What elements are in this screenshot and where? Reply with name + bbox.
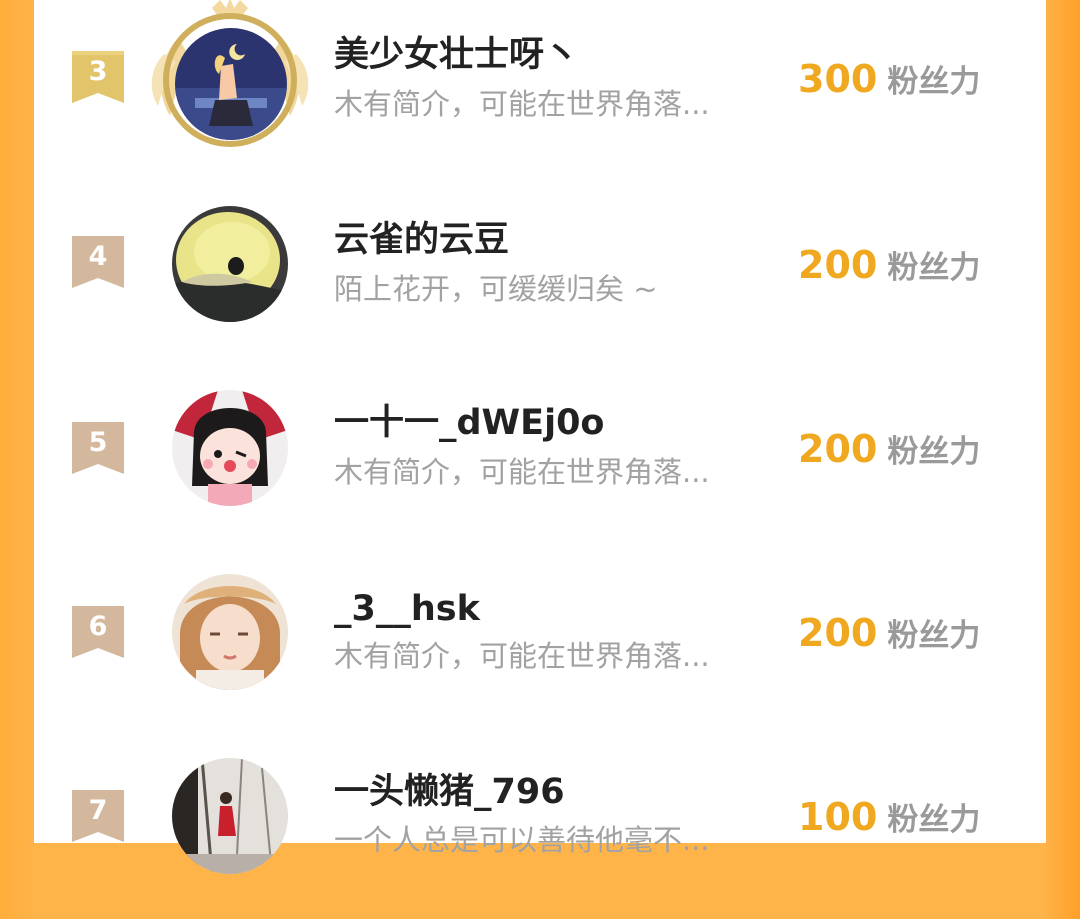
score-unit: 粉丝力 bbox=[887, 250, 981, 286]
score-value: 300 bbox=[798, 57, 878, 101]
fan-score: 200 粉丝力 bbox=[798, 241, 980, 297]
fan-score: 200 粉丝力 bbox=[798, 425, 980, 481]
ranking-row[interactable]: 3 美少女壮士呀丶 木有简介，可能在世界角落... 300 粉丝力 bbox=[34, 0, 1046, 183]
user-name[interactable]: _3__hsk bbox=[334, 587, 480, 631]
fan-score: 100 粉丝力 bbox=[798, 793, 980, 849]
rank-badge: 7 bbox=[72, 790, 124, 842]
fan-score: 300 粉丝力 bbox=[798, 55, 980, 111]
score-unit: 粉丝力 bbox=[887, 802, 981, 838]
score-value: 200 bbox=[798, 243, 878, 287]
rank-number: 5 bbox=[88, 427, 108, 458]
ranking-row[interactable]: 5 一十一_dWEj0o 木有简介，可能在世界角落... 200 粉丝力 bbox=[34, 367, 1046, 551]
user-name[interactable]: 一头懒猪_796 bbox=[334, 770, 565, 814]
user-bio: 陌上花开，可缓缓归矣 ~ bbox=[334, 272, 658, 306]
score-value: 200 bbox=[798, 611, 878, 655]
avatar bbox=[172, 574, 288, 690]
avatar bbox=[172, 758, 288, 874]
score-unit: 粉丝力 bbox=[887, 618, 981, 654]
user-bio: 一个人总是可以善待他毫不... bbox=[334, 823, 710, 857]
avatar-container[interactable] bbox=[172, 206, 288, 322]
rank-badge: 5 bbox=[72, 422, 124, 474]
rank-badge: 6 bbox=[72, 606, 124, 658]
user-name[interactable]: 一十一_dWEj0o bbox=[334, 401, 604, 445]
fan-score: 200 粉丝力 bbox=[798, 609, 980, 665]
ranking-row[interactable]: 4 云雀的云豆 陌上花开，可缓缓归矣 ~ 200 粉丝力 bbox=[34, 183, 1046, 367]
avatar bbox=[175, 28, 287, 140]
score-value: 200 bbox=[798, 427, 878, 471]
user-name[interactable]: 云雀的云豆 bbox=[334, 218, 509, 262]
user-name[interactable]: 美少女壮士呀丶 bbox=[334, 33, 579, 77]
avatar bbox=[172, 206, 288, 322]
avatar-container[interactable] bbox=[172, 758, 288, 874]
ranking-list: 3 美少女壮士呀丶 木有简介，可能在世界角落... 300 粉丝力 4 云雀的云… bbox=[34, 0, 1046, 874]
avatar bbox=[172, 390, 288, 506]
avatar-container[interactable] bbox=[172, 574, 288, 690]
user-bio: 木有简介，可能在世界角落... bbox=[334, 639, 710, 673]
score-unit: 粉丝力 bbox=[887, 434, 981, 470]
avatar-container[interactable] bbox=[172, 390, 288, 506]
user-bio: 木有简介，可能在世界角落... bbox=[334, 455, 710, 489]
rank-number: 3 bbox=[88, 56, 108, 87]
score-value: 100 bbox=[798, 795, 878, 839]
rank-badge-gold: 3 bbox=[72, 51, 124, 103]
rank-number: 4 bbox=[88, 241, 108, 272]
rank-badge: 4 bbox=[72, 236, 124, 288]
avatar-container[interactable] bbox=[151, 0, 309, 147]
user-bio: 木有简介，可能在世界角落... bbox=[334, 87, 710, 121]
rank-number: 7 bbox=[88, 795, 108, 826]
ranking-row[interactable]: 7 一头懒猪_796 一个人总是可以善待他毫不... 100 粉丝力 bbox=[34, 735, 1046, 919]
rank-number: 6 bbox=[88, 611, 108, 642]
score-unit: 粉丝力 bbox=[887, 64, 981, 100]
ranking-row[interactable]: 6 _3__hsk 木有简介，可能在世界角落... 200 粉丝力 bbox=[34, 551, 1046, 735]
